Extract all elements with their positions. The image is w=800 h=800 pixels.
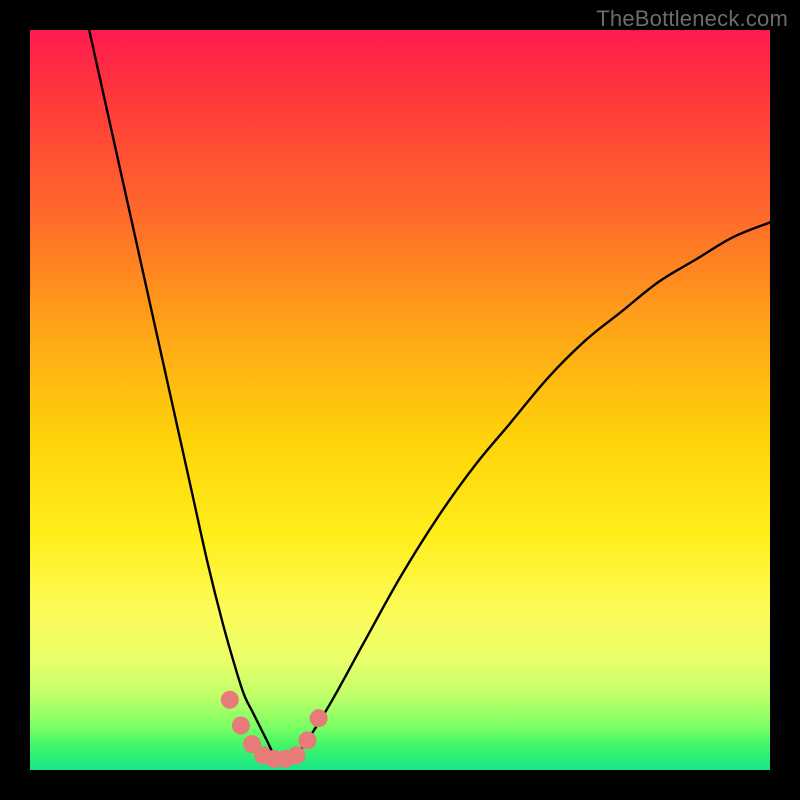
plot-area [30,30,770,770]
bottleneck-curve [89,30,770,763]
curve-marker [221,691,239,709]
curve-marker [287,746,305,764]
bottleneck-curve-svg [30,30,770,770]
watermark-text: TheBottleneck.com [596,6,788,32]
curve-markers [221,691,328,768]
curve-marker [232,717,250,735]
curve-marker [299,731,317,749]
curve-marker [310,709,328,727]
chart-frame: TheBottleneck.com [0,0,800,800]
